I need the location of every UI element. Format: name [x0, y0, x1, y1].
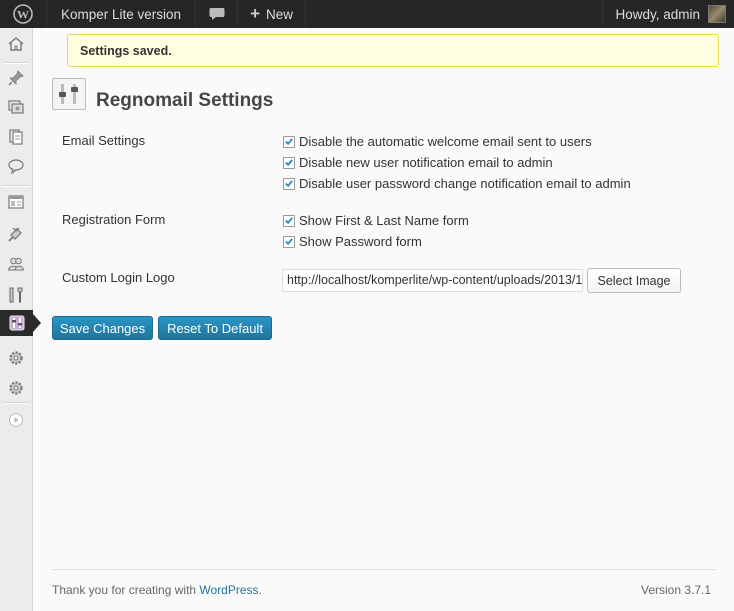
menu-pages[interactable] — [0, 124, 32, 150]
show-name-form-label: Show First & Last Name form — [299, 213, 469, 228]
users-icon — [7, 257, 25, 271]
footer-thanks-suffix: . — [258, 583, 262, 597]
reset-to-default-button[interactable]: Reset To Default — [158, 316, 272, 340]
pages-icon — [9, 129, 23, 145]
page-title: Regnomail Settings — [96, 90, 274, 111]
menu-appearance[interactable] — [0, 189, 32, 215]
admin-bar: W Komper Lite version + New Howdy, admin — [0, 0, 734, 28]
custom-login-logo-label: Custom Login Logo — [62, 270, 175, 285]
disable-password-change-notification-label: Disable user password change notificatio… — [299, 176, 631, 191]
show-password-form-checkbox[interactable] — [283, 235, 295, 248]
media-icon — [8, 100, 24, 114]
save-changes-button[interactable]: Save Changes — [52, 316, 153, 340]
menu-tools[interactable] — [0, 282, 32, 308]
settings-saved-notice: Settings saved. — [67, 34, 719, 67]
menu-settings-2[interactable] — [0, 375, 32, 401]
settings-icon — [9, 381, 23, 395]
site-name-link[interactable]: Komper Lite version — [47, 0, 197, 28]
disable-password-change-notification-option[interactable]: Disable user password change notificatio… — [283, 176, 631, 191]
disable-new-user-notification-checkbox[interactable] — [283, 156, 295, 169]
disable-welcome-email-label: Disable the automatic welcome email sent… — [299, 134, 592, 149]
collapse-icon — [9, 413, 23, 427]
wordpress-link[interactable]: WordPress — [199, 583, 258, 597]
menu-separator — [3, 185, 29, 187]
show-password-form-option[interactable]: Show Password form — [283, 234, 422, 249]
footer-thanks-text: Thank you for creating with — [52, 583, 200, 597]
dashboard-icon — [8, 37, 24, 51]
disable-new-user-notification-option[interactable]: Disable new user notification email to a… — [283, 155, 553, 170]
menu-settings[interactable] — [0, 345, 32, 371]
show-name-form-option[interactable]: Show First & Last Name form — [283, 213, 469, 228]
my-account-menu[interactable]: Howdy, admin — [602, 0, 734, 28]
email-settings-label: Email Settings — [62, 133, 146, 148]
howdy-text: Howdy, admin — [615, 6, 700, 22]
main-content: Settings saved. Regnomail Settings Email… — [33, 28, 734, 611]
regnomail-settings-icon — [52, 78, 86, 110]
collapse-menu-button[interactable] — [0, 407, 32, 433]
disable-password-change-notification-checkbox[interactable] — [283, 177, 295, 190]
menu-separator — [3, 62, 29, 64]
new-label: New — [266, 6, 294, 22]
new-content-menu[interactable]: + New — [238, 0, 307, 28]
menu-posts[interactable] — [0, 65, 32, 91]
disable-new-user-notification-label: Disable new user notification email to a… — [299, 155, 553, 170]
comments-icon — [8, 159, 24, 175]
tools-icon — [9, 287, 23, 303]
menu-users[interactable] — [0, 251, 32, 277]
show-name-form-checkbox[interactable] — [283, 214, 295, 227]
admin-sidebar — [0, 28, 41, 611]
menu-plugins[interactable] — [0, 221, 32, 247]
avatar — [708, 5, 726, 23]
plus-icon: + — [250, 4, 260, 23]
logo-url-input[interactable]: http://localhost/komperlite/wp-content/u… — [282, 269, 583, 292]
footer-version: Version 3.7.1 — [641, 583, 712, 597]
appearance-icon — [8, 195, 24, 209]
select-image-button[interactable]: Select Image — [587, 268, 681, 293]
svg-text:W: W — [17, 8, 29, 22]
menu-comments[interactable] — [0, 153, 32, 179]
adminbar-spacer — [306, 0, 602, 28]
plugins-icon — [8, 227, 22, 242]
show-password-form-label: Show Password form — [299, 234, 422, 249]
menu-regnomail[interactable] — [0, 310, 41, 336]
posts-pin-icon — [8, 70, 24, 86]
menu-separator — [3, 402, 29, 404]
footer-thanks: Thank you for creating with WordPress. — [52, 583, 262, 597]
footer-divider — [52, 569, 716, 570]
wordpress-logo-icon[interactable]: W — [0, 0, 47, 28]
disable-welcome-email-checkbox[interactable] — [283, 135, 295, 148]
settings-icon — [9, 351, 23, 365]
menu-dashboard[interactable] — [0, 31, 32, 57]
menu-media[interactable] — [0, 94, 32, 120]
comments-icon[interactable] — [196, 0, 239, 28]
disable-welcome-email-option[interactable]: Disable the automatic welcome email sent… — [283, 134, 592, 149]
registration-form-label: Registration Form — [62, 212, 166, 227]
regnomail-icon — [9, 315, 24, 331]
